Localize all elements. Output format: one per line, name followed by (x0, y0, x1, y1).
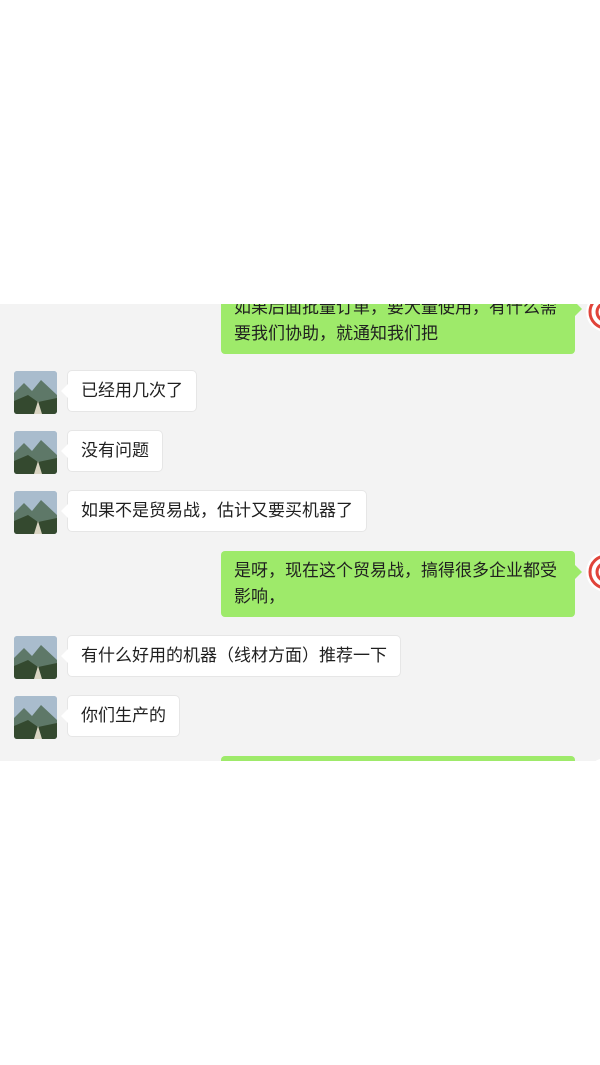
outgoing-bubble[interactable]: 如果后面批量订单，要大量使用，有什么需要我们协助，就通知我们把 (221, 304, 582, 354)
self-avatar-icon[interactable] (586, 552, 600, 592)
outgoing-bubble[interactable]: 是呀，现在这个贸易战，搞得很多企业都受影响， (221, 551, 582, 617)
incoming-bubble[interactable]: 已经用几次了 (61, 371, 196, 411)
contact-avatar-icon[interactable] (14, 371, 57, 414)
outgoing-bubble[interactable] (221, 756, 575, 761)
incoming-bubble[interactable]: 有什么好用的机器（线材方面）推荐一下 (61, 636, 400, 676)
incoming-bubble[interactable]: 如果不是贸易战，估计又要买机器了 (61, 491, 366, 531)
contact-avatar-icon[interactable] (14, 491, 57, 534)
contact-avatar-icon[interactable] (14, 431, 57, 474)
self-avatar-icon[interactable] (586, 304, 600, 332)
contact-avatar-icon[interactable] (14, 696, 57, 739)
chat-area[interactable]: 如果后面批量订单，要大量使用，有什么需要我们协助，就通知我们把 已经用几次了 没… (0, 304, 600, 761)
contact-avatar-icon[interactable] (14, 636, 57, 679)
self-avatar-icon[interactable] (586, 758, 600, 761)
incoming-bubble[interactable]: 你们生产的 (61, 696, 179, 736)
incoming-bubble[interactable]: 没有问题 (61, 431, 162, 471)
